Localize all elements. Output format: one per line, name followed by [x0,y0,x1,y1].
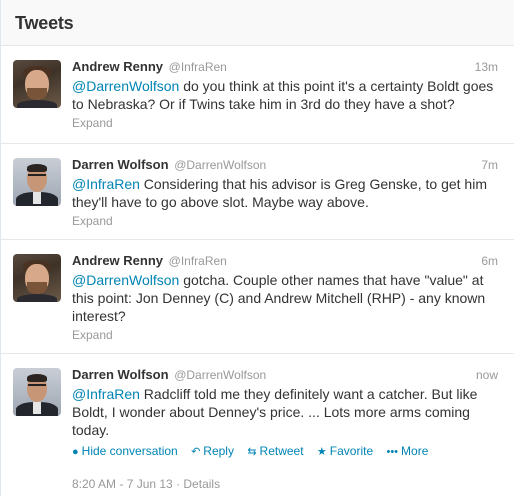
tweet-username[interactable]: @InfraRen [169,254,227,268]
avatar[interactable] [13,368,61,416]
tweet-text: @InfraRen Considering that his advisor i… [72,175,498,211]
tweet-item[interactable]: Darren Wolfson @DarrenWolfson 7m @InfraR… [1,144,514,240]
more-label: More [401,444,429,458]
tweet-timestamp[interactable]: 6m [481,252,498,270]
avatar[interactable] [13,158,61,206]
tweet-username[interactable]: @InfraRen [169,60,227,74]
tweet-timestamp[interactable]: 13m [475,58,498,76]
tweet-item[interactable]: Andrew Renny @InfraRen 13m @DarrenWolfso… [1,46,514,144]
tweet-username[interactable]: @DarrenWolfson [174,368,266,382]
tweet-fullname[interactable]: Andrew Renny [72,253,163,268]
tweets-panel: Tweets Andrew Renny @InfraRen 13m @Darre… [0,0,514,496]
tweet-actions: ● Hide conversation ↶ Reply ⇆ Retweet ★ Favo… [72,443,498,460]
favorite-button[interactable]: ★ Favorite [317,444,373,458]
tweet-fullname[interactable]: Andrew Renny [72,59,163,74]
panel-title: Tweets [15,13,74,33]
tweet-username[interactable]: @DarrenWolfson [174,158,266,172]
hide-conversation-button[interactable]: ● Hide conversation [72,444,178,458]
tweet-fullname[interactable]: Darren Wolfson [72,367,169,382]
retweet-icon: ⇆ [247,446,257,458]
conversation-icon: ● [72,446,79,458]
avatar[interactable] [13,254,61,302]
tweet-item-expanded[interactable]: Darren Wolfson @DarrenWolfson now @Infra… [1,354,514,496]
reply-label: Reply [203,444,234,458]
tweet-mention-link[interactable]: @InfraRen [72,176,140,192]
more-button[interactable]: ••• More [386,444,428,458]
tweet-text: @InfraRen Radcliff told me they definite… [72,385,498,439]
tweet-timestamp[interactable]: now [476,366,498,384]
tweet-mention-link[interactable]: @DarrenWolfson [72,78,179,94]
expand-link[interactable]: Expand [72,213,498,229]
ellipsis-icon: ••• [386,446,399,458]
tweet-meta-details[interactable]: 8:20 AM - 7 Jun 13 · Details [72,476,498,492]
star-icon: ★ [316,446,327,458]
retweet-label: Retweet [259,444,304,458]
tweet-text: @DarrenWolfson gotcha. Couple other name… [72,271,498,325]
tweet-timestamp[interactable]: 7m [481,156,498,174]
favorite-label: Favorite [329,444,374,458]
reply-arrow-icon: ↶ [191,446,201,458]
expand-link[interactable]: Expand [72,327,498,343]
reply-button[interactable]: ↶ Reply [191,444,234,458]
hide-conversation-label: Hide conversation [81,444,178,458]
panel-header: Tweets [1,0,514,46]
expand-link[interactable]: Expand [72,115,498,131]
tweet-item[interactable]: Andrew Renny @InfraRen 6m @DarrenWolfson… [1,240,514,354]
avatar[interactable] [13,60,61,108]
tweet-fullname[interactable]: Darren Wolfson [72,157,169,172]
tweet-mention-link[interactable]: @InfraRen [72,386,140,402]
retweet-button[interactable]: ⇆ Retweet [247,444,303,458]
tweet-mention-link[interactable]: @DarrenWolfson [72,272,179,288]
tweet-text: @DarrenWolfson do you think at this poin… [72,77,498,113]
